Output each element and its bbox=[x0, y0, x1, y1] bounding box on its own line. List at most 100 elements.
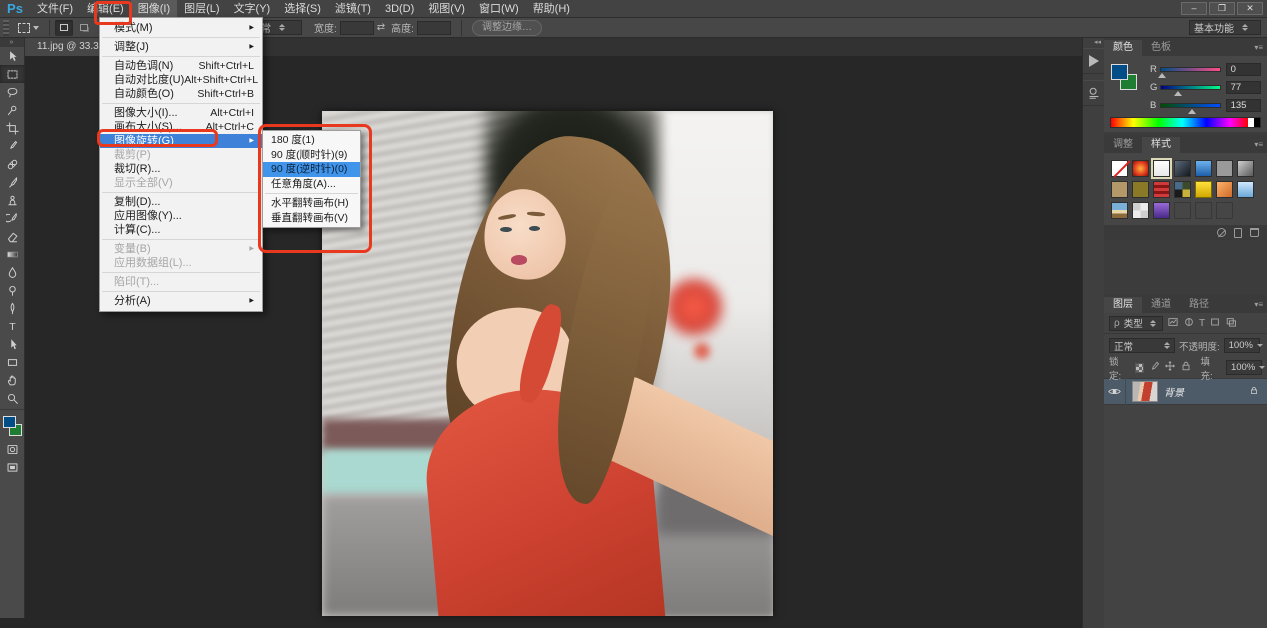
path-selection-tool[interactable] bbox=[0, 335, 25, 353]
collapse-tools-icon[interactable]: » bbox=[0, 38, 24, 47]
menu-item-adjustments[interactable]: 调整(J) bbox=[100, 40, 262, 54]
menu-edit[interactable]: 编辑(E) bbox=[80, 0, 131, 18]
quick-selection-tool[interactable] bbox=[0, 101, 25, 119]
style-swatch[interactable] bbox=[1132, 202, 1149, 219]
menu-item-auto-tone[interactable]: 自动色调(N)Shift+Ctrl+L bbox=[100, 59, 262, 73]
menu-item-duplicate[interactable]: 复制(D)... bbox=[100, 195, 262, 209]
green-value-field[interactable]: 77 bbox=[1226, 81, 1261, 94]
style-swatch-empty[interactable] bbox=[1174, 202, 1191, 219]
green-slider-thumb[interactable] bbox=[1174, 91, 1182, 96]
close-icon[interactable]: ✕ bbox=[1237, 2, 1263, 15]
menu-item-auto-color[interactable]: 自动颜色(O)Shift+Ctrl+B bbox=[100, 87, 262, 101]
submenu-item-90-cw[interactable]: 90 度(顺时针)(9) bbox=[263, 148, 360, 163]
panel-menu-icon[interactable]: ▾≡ bbox=[1250, 43, 1267, 52]
menu-file[interactable]: 文件(F) bbox=[30, 0, 80, 18]
style-swatch[interactable] bbox=[1237, 181, 1254, 198]
crop-tool[interactable] bbox=[0, 119, 25, 137]
style-swatch[interactable] bbox=[1195, 181, 1212, 198]
eraser-tool[interactable] bbox=[0, 227, 25, 245]
layer-visibility-toggle[interactable] bbox=[1104, 378, 1126, 405]
style-swatch[interactable] bbox=[1174, 160, 1191, 177]
add-selection-button[interactable] bbox=[75, 20, 93, 36]
eyedropper-tool[interactable] bbox=[0, 137, 25, 155]
style-swatch[interactable] bbox=[1195, 160, 1212, 177]
menu-image[interactable]: 图像(I) bbox=[131, 0, 177, 18]
menu-item-calculations[interactable]: 计算(C)... bbox=[100, 223, 262, 237]
menu-item-mode[interactable]: 模式(M) bbox=[100, 21, 262, 35]
menu-item-auto-contrast[interactable]: 自动对比度(U)Alt+Shift+Ctrl+L bbox=[100, 73, 262, 87]
blue-slider-thumb[interactable] bbox=[1188, 109, 1196, 114]
screen-mode-button[interactable] bbox=[0, 458, 25, 476]
filter-smart-object-icon[interactable] bbox=[1225, 316, 1237, 331]
swap-dimensions-icon[interactable]: ⇄ bbox=[377, 22, 385, 33]
submenu-item-arbitrary[interactable]: 任意角度(A)... bbox=[263, 177, 360, 192]
style-swatch[interactable] bbox=[1237, 160, 1254, 177]
minimize-icon[interactable]: – bbox=[1181, 2, 1207, 15]
history-panel-button[interactable] bbox=[1083, 80, 1105, 106]
lock-pixels-icon[interactable] bbox=[1148, 360, 1160, 375]
style-swatch-none[interactable] bbox=[1111, 160, 1128, 177]
submenu-item-flip-vertical[interactable]: 垂直翻转画布(V) bbox=[263, 211, 360, 226]
style-swatch-empty[interactable] bbox=[1195, 202, 1212, 219]
style-swatch[interactable] bbox=[1174, 181, 1191, 198]
rectangle-tool[interactable] bbox=[0, 353, 25, 371]
filter-type-select[interactable]: ρ 类型 bbox=[1109, 316, 1163, 331]
style-swatch[interactable] bbox=[1153, 181, 1170, 198]
hand-tool[interactable] bbox=[0, 371, 25, 389]
menu-item-canvas-size[interactable]: 画布大小(S)...Alt+Ctrl+C bbox=[100, 120, 262, 134]
restore-icon[interactable]: ❐ bbox=[1209, 2, 1235, 15]
zoom-tool[interactable] bbox=[0, 389, 25, 407]
style-swatch-empty[interactable] bbox=[1216, 202, 1233, 219]
green-slider[interactable] bbox=[1160, 85, 1221, 90]
style-swatch[interactable] bbox=[1216, 181, 1233, 198]
menu-item-apply-image[interactable]: 应用图像(Y)... bbox=[100, 209, 262, 223]
expand-dock-icon[interactable]: ◂◂ bbox=[1083, 38, 1104, 48]
layer-thumbnail[interactable] bbox=[1132, 381, 1158, 402]
refine-edge-button[interactable]: 调整边缘… bbox=[472, 20, 542, 36]
actions-panel-button[interactable] bbox=[1083, 48, 1105, 74]
spot-healing-brush-tool[interactable] bbox=[0, 155, 25, 173]
tab-swatches[interactable]: 色板 bbox=[1142, 40, 1180, 56]
panel-menu-icon[interactable]: ▾≡ bbox=[1250, 140, 1267, 149]
photo-document[interactable] bbox=[322, 111, 773, 616]
type-tool[interactable]: T bbox=[0, 317, 25, 335]
menu-3d[interactable]: 3D(D) bbox=[378, 0, 421, 18]
width-input[interactable] bbox=[340, 21, 374, 35]
menu-item-image-rotation[interactable]: 图像旋转(G) bbox=[100, 134, 262, 148]
clone-stamp-tool[interactable] bbox=[0, 191, 25, 209]
menu-help[interactable]: 帮助(H) bbox=[526, 0, 577, 18]
opacity-select[interactable]: 100% bbox=[1224, 338, 1260, 353]
blue-value-field[interactable]: 135 bbox=[1226, 99, 1261, 112]
style-swatch[interactable] bbox=[1216, 160, 1233, 177]
rectangular-marquee-tool[interactable] bbox=[0, 65, 25, 83]
dodge-tool[interactable] bbox=[0, 281, 25, 299]
filter-adjustment-icon[interactable] bbox=[1183, 316, 1195, 331]
lock-all-icon[interactable] bbox=[1180, 360, 1192, 375]
style-swatch[interactable] bbox=[1111, 202, 1128, 219]
filter-type-icon[interactable]: T bbox=[1199, 318, 1205, 329]
menu-select[interactable]: 选择(S) bbox=[277, 0, 328, 18]
color-spectrum-ramp[interactable] bbox=[1110, 117, 1261, 128]
tab-color[interactable]: 颜色 bbox=[1104, 40, 1142, 56]
style-swatch[interactable] bbox=[1153, 202, 1170, 219]
lock-position-icon[interactable] bbox=[1164, 360, 1176, 375]
tab-adjustments[interactable]: 调整 bbox=[1104, 137, 1142, 153]
pen-tool[interactable] bbox=[0, 299, 25, 317]
quick-mask-button[interactable] bbox=[0, 440, 25, 458]
menu-layer[interactable]: 图层(L) bbox=[177, 0, 226, 18]
style-swatch-selected[interactable] bbox=[1153, 160, 1170, 177]
delete-style-icon[interactable] bbox=[1250, 228, 1259, 237]
height-input[interactable] bbox=[417, 21, 451, 35]
blend-mode-select[interactable]: 正常 bbox=[1109, 338, 1175, 353]
menu-item-trim[interactable]: 裁切(R)... bbox=[100, 162, 262, 176]
menu-window[interactable]: 窗口(W) bbox=[472, 0, 526, 18]
move-tool[interactable] bbox=[0, 47, 25, 65]
menu-filter[interactable]: 滤镜(T) bbox=[328, 0, 378, 18]
tab-paths[interactable]: 路径 bbox=[1180, 297, 1218, 313]
red-value-field[interactable]: 0 bbox=[1226, 63, 1261, 76]
lock-transparency-icon[interactable] bbox=[1135, 363, 1145, 373]
lasso-tool[interactable] bbox=[0, 83, 25, 101]
foreground-color-swatch[interactable] bbox=[3, 416, 16, 428]
layer-name[interactable]: 背景 bbox=[1164, 384, 1184, 399]
blue-slider[interactable] bbox=[1160, 103, 1221, 108]
